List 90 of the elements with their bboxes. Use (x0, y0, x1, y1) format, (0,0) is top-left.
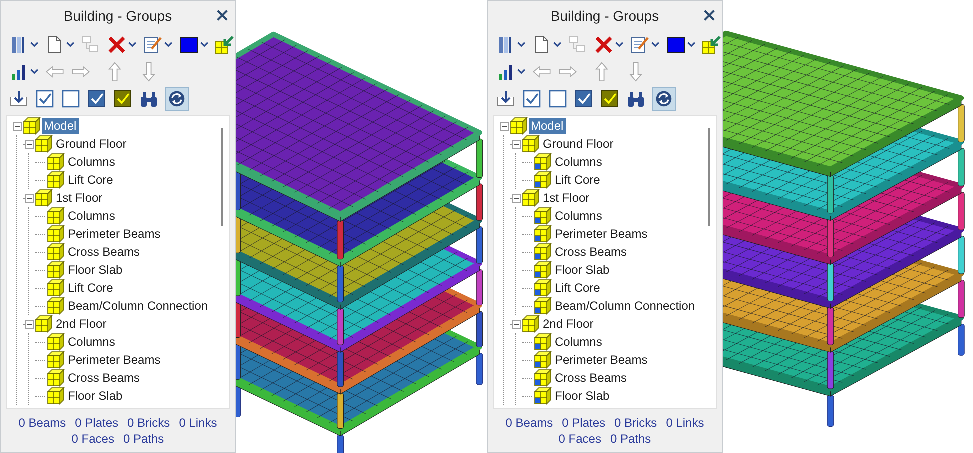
tree-item[interactable]: Columns (66, 208, 118, 224)
tree-item[interactable]: Columns (553, 154, 604, 170)
tree-item[interactable]: 1st Floor (54, 190, 105, 206)
tree-item[interactable]: Perimeter Beams (553, 352, 650, 368)
close-icon[interactable] (703, 9, 716, 22)
tree-item[interactable]: Columns (553, 208, 604, 224)
checkbox-icon[interactable] (522, 88, 542, 108)
caret-icon[interactable] (687, 40, 696, 49)
count-label: 0 Bricks (614, 416, 658, 430)
tree-item[interactable]: Lift Core (553, 280, 602, 296)
sync-toggle-button[interactable] (652, 86, 676, 110)
count-label: 0 Plates (562, 416, 606, 430)
collapse-icon[interactable] (24, 140, 34, 148)
count-label: 0 Links (179, 416, 218, 430)
tree-item[interactable]: Perimeter Beams (66, 226, 163, 242)
tree-item[interactable]: Floor Slab (553, 262, 612, 278)
tree-item[interactable]: Columns (553, 334, 604, 350)
caret-icon[interactable] (615, 40, 624, 49)
scrollbar-thumb[interactable] (221, 128, 223, 226)
tree-item[interactable]: Cross Beams (553, 244, 630, 260)
scrollbar-thumb[interactable] (708, 128, 710, 226)
count-label: 0 Beams (506, 416, 554, 430)
tree-item[interactable]: 1st Floor (541, 190, 592, 206)
collapse-icon[interactable] (24, 194, 34, 202)
grid-arrow-icon[interactable] (702, 34, 722, 54)
caret-icon[interactable] (30, 40, 39, 49)
collapse-icon[interactable] (12, 122, 22, 130)
caret-icon[interactable] (128, 40, 137, 49)
count-label: 0 Faces (558, 432, 602, 446)
collapse-icon[interactable] (512, 194, 520, 202)
caret-icon[interactable] (651, 40, 660, 49)
color-swatch-icon[interactable] (666, 34, 686, 54)
tree-item[interactable]: Floor Slab (553, 388, 612, 404)
delete-icon[interactable] (594, 34, 614, 54)
delete-icon[interactable] (107, 34, 127, 54)
checkbox-icon[interactable] (574, 88, 594, 108)
import-icon[interactable] (9, 88, 29, 108)
caret-icon[interactable] (200, 40, 209, 49)
tree-item[interactable]: Lift Core (66, 280, 116, 296)
count-label: 0 Links (666, 416, 704, 430)
collapse-icon[interactable] (24, 320, 34, 328)
tree-item[interactable]: Columns (66, 334, 118, 350)
caret-icon[interactable] (517, 40, 526, 49)
tree-item[interactable]: Model (529, 118, 566, 134)
collapse-icon[interactable] (512, 320, 520, 328)
panel-title: Building - Groups (550, 8, 660, 24)
caret-icon[interactable] (553, 40, 562, 49)
color-swatch-icon[interactable] (179, 34, 199, 54)
tree-item[interactable]: 2nd Floor (54, 316, 109, 332)
tree-item[interactable]: Model (42, 118, 79, 134)
panel-title: Building - Groups (64, 8, 172, 24)
collapse-icon[interactable] (500, 122, 508, 130)
count-label: 0 Faces (72, 432, 114, 446)
tree-item[interactable]: Cross Beams (553, 370, 630, 386)
edit-icon[interactable] (143, 34, 163, 54)
edit-icon[interactable] (630, 34, 650, 54)
grid-arrow-icon[interactable] (215, 34, 235, 54)
tree-item[interactable]: Beam/Column Connection (553, 298, 698, 314)
tree-item[interactable]: Lift Core (66, 172, 116, 188)
tree-item[interactable]: 2nd Floor (541, 316, 596, 332)
import-icon[interactable] (496, 88, 516, 108)
caret-icon[interactable] (517, 67, 526, 76)
tree-item[interactable]: Columns (66, 154, 118, 170)
tree-item[interactable]: Floor Slab (66, 262, 125, 278)
checkbox-icon[interactable] (61, 88, 81, 108)
sync-toggle-button[interactable] (165, 86, 189, 110)
count-label: 0 Paths (610, 432, 652, 446)
checkbox-icon[interactable] (113, 88, 133, 108)
tree-item[interactable]: Cross Beams (66, 370, 142, 386)
tree-item[interactable]: Perimeter Beams (553, 226, 650, 242)
tree-item[interactable]: Ground Floor (54, 136, 129, 152)
tree-item[interactable]: Ground Floor (541, 136, 616, 152)
checkbox-icon[interactable] (600, 88, 620, 108)
count-label: 0 Bricks (128, 416, 170, 430)
count-label: 0 Paths (123, 432, 164, 446)
count-label: 0 Plates (75, 416, 118, 430)
collapse-icon[interactable] (512, 140, 520, 148)
tree-item[interactable]: Beam/Column Connection (66, 298, 210, 314)
caret-icon[interactable] (164, 40, 173, 49)
tree-item[interactable]: Perimeter Beams (66, 352, 163, 368)
tree-item[interactable]: Floor Slab (66, 388, 125, 404)
tree-item[interactable]: Cross Beams (66, 244, 142, 260)
checkbox-icon[interactable] (87, 88, 107, 108)
close-icon[interactable] (216, 9, 229, 22)
checkbox-icon[interactable] (35, 88, 55, 108)
tree-item[interactable]: Lift Core (553, 172, 602, 188)
caret-icon[interactable] (30, 67, 39, 76)
checkbox-icon[interactable] (548, 88, 568, 108)
count-label: 0 Beams (18, 416, 66, 430)
caret-icon[interactable] (66, 40, 75, 49)
